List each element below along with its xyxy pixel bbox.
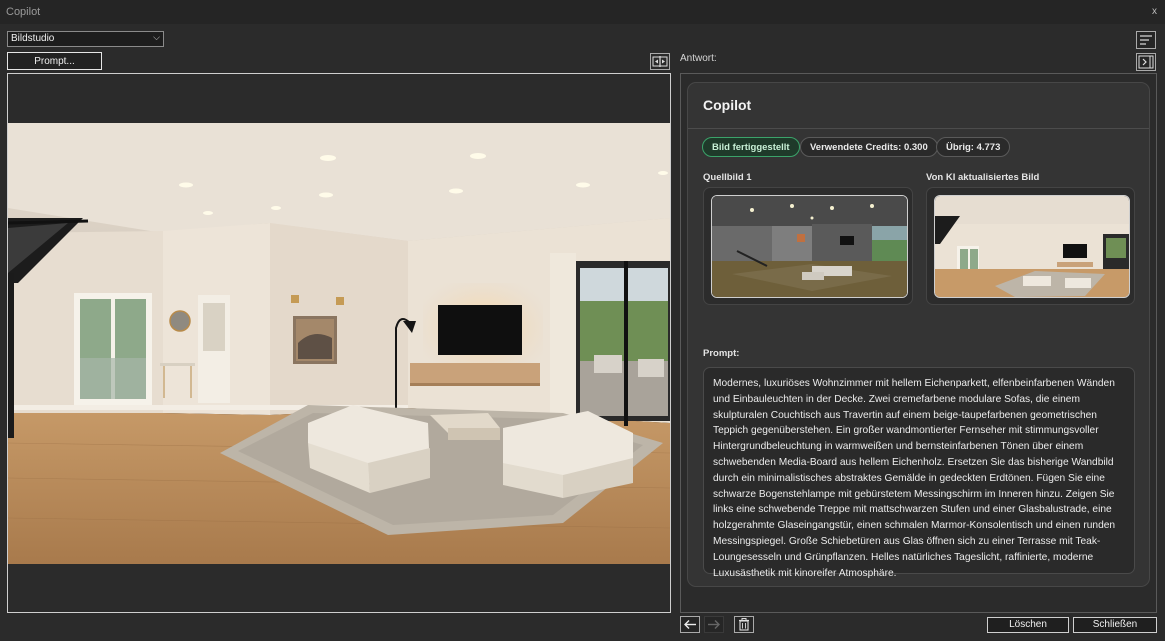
- answer-label: Antwort:: [680, 53, 717, 64]
- remaining-credits-badge: Übrig: 4.773: [936, 137, 1011, 157]
- forward-button[interactable]: [704, 616, 724, 633]
- collapse-right-icon: [1138, 55, 1154, 69]
- arrow-left-icon: [684, 620, 696, 629]
- generated-room-image: [8, 123, 670, 564]
- ai-image-label: Von KI aktualisiertes Bild: [926, 172, 1040, 183]
- title-bar: [0, 0, 1165, 24]
- ai-image-container: [926, 187, 1135, 305]
- mode-dropdown[interactable]: Bildstudio ⌵: [7, 31, 164, 47]
- split-view-icon: [652, 56, 668, 67]
- prompt-text: Modernes, luxuriöses Wohnzimmer mit hell…: [713, 378, 1116, 579]
- answer-panel: Copilot Bild fertiggestellt Verwendete C…: [680, 73, 1157, 613]
- ai-image-thumbnail[interactable]: [934, 195, 1130, 298]
- prompt-text-box: Modernes, luxuriöses Wohnzimmer mit hell…: [703, 367, 1135, 579]
- chevron-down-icon: ⌵: [153, 32, 160, 42]
- prompt-button[interactable]: Prompt...: [7, 52, 102, 70]
- back-button[interactable]: [680, 616, 700, 633]
- source-image-label: Quellbild 1: [703, 172, 752, 183]
- mode-dropdown-value: Bildstudio: [11, 33, 55, 44]
- source-room-render: [712, 196, 907, 297]
- sort-lines-icon: [1140, 35, 1152, 45]
- clear-button[interactable]: Löschen: [987, 617, 1069, 633]
- prompt-label: Prompt:: [703, 348, 740, 359]
- close-button[interactable]: Schließen: [1073, 617, 1157, 633]
- source-image-thumbnail[interactable]: [711, 195, 908, 298]
- source-image-container: [703, 187, 913, 305]
- menu-button[interactable]: [1136, 31, 1156, 49]
- delete-image-button[interactable]: [734, 616, 754, 633]
- collapse-panel-button[interactable]: [1136, 53, 1156, 71]
- trash-icon: [739, 618, 749, 631]
- split-view-button[interactable]: [650, 53, 670, 70]
- image-viewer: [7, 73, 671, 613]
- copilot-response-card: Copilot Bild fertiggestellt Verwendete C…: [687, 82, 1150, 587]
- card-divider: [688, 128, 1149, 129]
- card-title: Copilot: [703, 97, 752, 113]
- status-badge: Bild fertiggestellt: [702, 137, 800, 157]
- ai-room-render: [935, 196, 1129, 297]
- window-title: Copilot: [6, 6, 41, 18]
- window-close-button[interactable]: x: [1152, 6, 1157, 17]
- credits-badge: Verwendete Credits: 0.300: [800, 137, 938, 157]
- arrow-right-icon: [708, 620, 720, 629]
